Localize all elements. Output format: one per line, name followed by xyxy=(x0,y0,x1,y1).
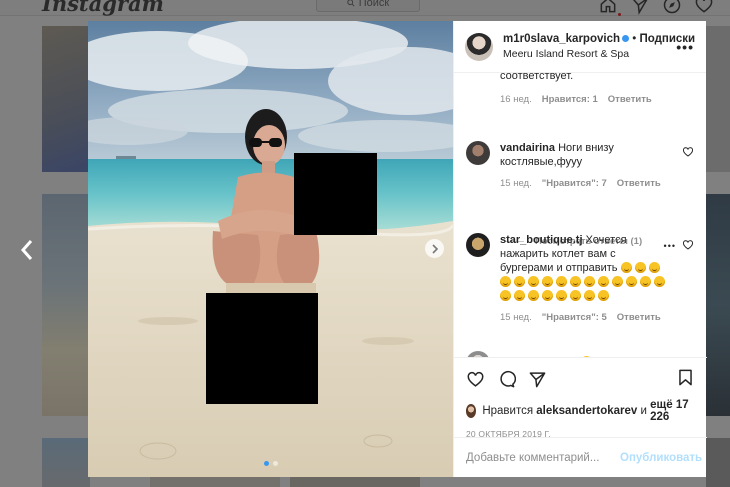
smile-emoji-icon xyxy=(634,262,646,273)
smile-emoji-icon xyxy=(514,290,525,301)
post-header: m1r0slava_karpovich • Подписки Meeru Isl… xyxy=(454,21,706,73)
carousel-indicator xyxy=(264,461,278,466)
smile-emoji-icon xyxy=(542,290,553,301)
smile-emoji-icon xyxy=(514,276,525,287)
add-comment-input[interactable] xyxy=(466,451,620,464)
liker-username[interactable]: aleksandertokarev xyxy=(536,405,637,417)
instagram-logo[interactable]: Instagram xyxy=(42,0,164,16)
post-location[interactable]: Meeru Island Resort & Spa xyxy=(503,47,695,62)
verified-badge-icon xyxy=(622,34,629,42)
likes-count[interactable]: ещё 17 226 xyxy=(650,399,695,423)
smile-emoji-icon xyxy=(528,276,539,287)
bookmark-icon[interactable] xyxy=(676,368,695,387)
smile-emoji-icon xyxy=(598,290,609,301)
comment-time[interactable]: 15 нед. xyxy=(500,311,532,325)
carousel-next-button[interactable] xyxy=(425,239,444,258)
liker-avatar[interactable] xyxy=(466,404,477,418)
smile-emoji-icon xyxy=(570,290,581,301)
comment-partial: соответствует. 16 нед. Нравится: 1 Ответ… xyxy=(466,73,694,107)
comment-likes[interactable]: "Нравится": 7 xyxy=(542,177,607,191)
smile-emoji-icon xyxy=(584,276,595,287)
comment-like-heart-icon[interactable] xyxy=(682,146,694,158)
smile-emoji-icon xyxy=(626,276,637,287)
likes-summary: Нравится aleksandertokarev и ещё 17 226 xyxy=(466,399,695,423)
commenter-avatar[interactable] xyxy=(466,233,490,257)
smile-emoji-icon xyxy=(500,290,511,301)
direct-icon[interactable] xyxy=(630,0,650,15)
feed-thumbnail[interactable] xyxy=(706,438,730,487)
add-comment-bar: Опубликовать xyxy=(454,437,707,477)
post-actions: Нравится aleksandertokarev и ещё 17 226 … xyxy=(454,357,707,445)
author-avatar[interactable] xyxy=(465,32,493,61)
beach-photo-scene xyxy=(88,21,453,477)
home-icon[interactable] xyxy=(598,0,618,15)
search-input[interactable]: Поиск xyxy=(316,0,420,12)
comment-text: соответствует. xyxy=(500,73,574,82)
author-username[interactable]: m1r0slava_karpovich xyxy=(503,33,620,45)
search-placeholder: Поиск xyxy=(358,0,390,9)
commenter-avatar[interactable] xyxy=(466,141,490,165)
likes-conjunction: и xyxy=(640,405,647,417)
chevron-right-icon xyxy=(431,243,438,254)
feed-thumbnail[interactable] xyxy=(706,194,730,416)
smile-emoji-icon xyxy=(612,276,623,287)
smile-emoji-icon xyxy=(640,276,651,287)
comment-time[interactable]: 15 нед. xyxy=(500,177,532,191)
post-photo[interactable] xyxy=(88,21,453,477)
censor-block xyxy=(206,293,318,404)
smile-emoji-icon xyxy=(528,290,539,301)
smile-emoji-icon xyxy=(654,276,665,287)
smile-emoji-icon xyxy=(542,276,553,287)
comment-likes[interactable]: "Нравится": 5 xyxy=(542,311,607,325)
smile-emoji-icon xyxy=(500,276,511,287)
smile-emoji-icon xyxy=(598,276,609,287)
notification-dot xyxy=(618,13,621,16)
comment-more-icon[interactable]: ••• xyxy=(664,239,676,253)
reply-button[interactable]: Ответить xyxy=(608,93,652,107)
publish-comment-button[interactable]: Опубликовать xyxy=(620,452,702,464)
comments-list[interactable]: соответствует. 16 нед. Нравится: 1 Ответ… xyxy=(454,73,707,357)
carousel-dot-active xyxy=(264,461,269,466)
reply-button[interactable]: Ответить xyxy=(617,177,661,191)
share-icon[interactable] xyxy=(528,370,547,389)
comment-like-heart-icon[interactable] xyxy=(682,239,694,251)
smile-emoji-icon xyxy=(556,276,567,287)
post-side-panel: m1r0slava_karpovich • Подписки Meeru Isl… xyxy=(453,21,707,477)
smile-emoji-icon xyxy=(648,262,660,273)
reply-button[interactable]: Ответить xyxy=(617,311,661,325)
previous-post-arrow-icon[interactable] xyxy=(18,238,38,262)
comment-item: star_boutique.tj Хочется нажарить котлет… xyxy=(466,233,694,325)
smile-emoji-icon xyxy=(570,276,581,287)
feed-thumbnail[interactable] xyxy=(42,26,90,172)
comment-item: vandairina Ноги внизу костлявые,фууу 15 … xyxy=(466,141,694,191)
smile-emoji-icon xyxy=(620,262,632,273)
feed-thumbnail[interactable] xyxy=(42,194,90,416)
more-options-icon[interactable]: ••• xyxy=(676,39,694,55)
smile-emoji-icon xyxy=(584,290,595,301)
like-heart-icon[interactable] xyxy=(466,370,485,389)
likes-prefix: Нравится xyxy=(482,405,534,417)
comment-time[interactable]: 16 нед. xyxy=(500,93,532,107)
commenter-username[interactable]: star_boutique.tj xyxy=(500,234,583,246)
post-modal: m1r0slava_karpovich • Подписки Meeru Isl… xyxy=(88,21,707,477)
feed-thumbnail[interactable] xyxy=(42,438,90,487)
commenter-username[interactable]: vandairina xyxy=(500,142,555,154)
censor-block xyxy=(294,153,377,235)
explore-icon[interactable] xyxy=(662,0,682,15)
heart-icon[interactable] xyxy=(694,0,714,15)
carousel-dot xyxy=(273,461,278,466)
feed-thumbnail[interactable] xyxy=(706,26,730,172)
comment-bubble-icon[interactable] xyxy=(497,370,516,389)
search-icon xyxy=(347,0,355,7)
comment-likes[interactable]: Нравится: 1 xyxy=(542,93,598,107)
follow-separator: • xyxy=(632,32,637,45)
smile-emoji-icon xyxy=(556,290,567,301)
top-navigation-bar: Instagram Поиск xyxy=(0,0,730,16)
